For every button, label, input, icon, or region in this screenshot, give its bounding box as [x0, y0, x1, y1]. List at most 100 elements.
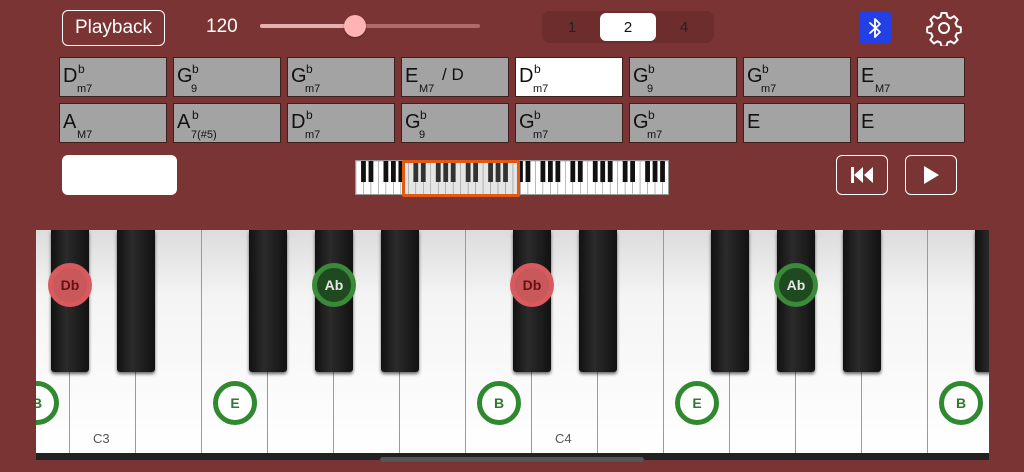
- black-key[interactable]: [249, 230, 287, 372]
- black-key[interactable]: [579, 230, 617, 372]
- mini-black-key: [368, 161, 374, 182]
- keyboard-range-highlight[interactable]: [402, 160, 520, 197]
- chord-cell[interactable]: Db m7: [515, 57, 623, 97]
- chord-qual: M7: [875, 83, 891, 95]
- chord-root: E: [861, 65, 875, 87]
- chord-qual: 9: [419, 129, 426, 141]
- tempo-slider[interactable]: [260, 15, 480, 37]
- octave-label: C3: [93, 431, 110, 446]
- note-marker: E: [213, 381, 257, 425]
- chord-cell[interactable]: E: [857, 103, 965, 143]
- chord-cell[interactable]: Gb m7: [629, 103, 737, 143]
- piano-keyboard[interactable]: C3 C4 B E B E B Db Ab Db Ab: [36, 230, 989, 460]
- chord-qual: m7: [77, 83, 93, 95]
- mini-black-key: [592, 161, 598, 182]
- tempo-slider-fill: [260, 24, 355, 28]
- mini-black-key: [361, 161, 366, 182]
- mini-black-key: [607, 161, 613, 182]
- chord-qual: 7(#5): [191, 129, 217, 141]
- chord-root: E: [747, 111, 761, 133]
- chord-cell[interactable]: E: [743, 103, 851, 143]
- black-key[interactable]: [117, 230, 155, 372]
- chord-qual: 9: [191, 83, 198, 95]
- chord-qual: m7: [305, 83, 321, 95]
- mini-black-key: [383, 161, 389, 182]
- note-marker: B: [477, 381, 521, 425]
- chord-acc: b: [306, 108, 313, 122]
- black-key[interactable]: [381, 230, 419, 372]
- beat-division-selector[interactable]: 124: [542, 11, 714, 43]
- chord-cell[interactable]: Gb9: [629, 57, 737, 97]
- note-marker: Ab: [312, 263, 356, 307]
- mini-black-key: [540, 161, 546, 182]
- chord-acc: b: [534, 108, 541, 122]
- chord-acc: b: [192, 108, 199, 122]
- chord-cell[interactable]: Db m7: [59, 57, 167, 97]
- chord-cell[interactable]: E M7: [857, 57, 965, 97]
- chord-root: E: [861, 111, 875, 133]
- chord-acc: b: [534, 62, 541, 76]
- settings-button[interactable]: [925, 9, 963, 47]
- chord-qual: m7: [305, 129, 321, 141]
- play-button[interactable]: [905, 155, 957, 195]
- chord-cell[interactable]: Gb m7: [743, 57, 851, 97]
- mini-black-key: [390, 161, 396, 182]
- chord-bass: / D: [442, 65, 464, 84]
- segment-1[interactable]: 1: [544, 13, 600, 41]
- chord-acc: b: [648, 108, 655, 122]
- segment-2[interactable]: 2: [600, 13, 656, 41]
- mini-black-key: [630, 161, 636, 182]
- chord-qual: 9: [647, 83, 654, 95]
- chord-cell[interactable]: Gb m7: [515, 103, 623, 143]
- chord-cell[interactable]: Db m7: [287, 103, 395, 143]
- mini-black-key: [577, 161, 583, 182]
- chord-cell[interactable]: Gb m7: [287, 57, 395, 97]
- chord-acc: b: [306, 62, 313, 76]
- chord-cell[interactable]: Ab 7(#5): [173, 103, 281, 143]
- chord-root: A: [177, 111, 191, 133]
- chord-qual: m7: [533, 129, 549, 141]
- chord-acc: b: [78, 62, 85, 76]
- chord-qual: m7: [761, 83, 777, 95]
- mini-black-key: [525, 161, 531, 182]
- note-marker: Db: [510, 263, 554, 307]
- segment-4[interactable]: 4: [656, 13, 712, 41]
- black-key[interactable]: [843, 230, 881, 372]
- chord-qual: M7: [419, 83, 435, 95]
- tempo-slider-thumb[interactable]: [343, 15, 366, 37]
- note-marker: B: [939, 381, 983, 425]
- chord-root: D: [519, 65, 534, 87]
- chord-acc: b: [648, 62, 655, 76]
- bluetooth-icon: [869, 17, 881, 38]
- chord-qual: M7: [77, 129, 93, 141]
- blank-button[interactable]: [62, 155, 177, 195]
- chord-cell[interactable]: A M7: [59, 103, 167, 143]
- black-key[interactable]: [711, 230, 749, 372]
- chord-root: A: [63, 111, 77, 133]
- chord-acc: b: [762, 62, 769, 76]
- note-marker: Db: [48, 263, 92, 307]
- mini-black-key: [645, 161, 650, 182]
- mini-black-key: [547, 161, 553, 182]
- chord-acc: b: [420, 108, 427, 122]
- black-key[interactable]: [975, 230, 989, 372]
- home-indicator: [380, 457, 644, 462]
- mini-black-key: [600, 161, 606, 182]
- chord-qual: m7: [533, 83, 549, 95]
- chord-root: D: [291, 111, 306, 133]
- chord-root: D: [63, 65, 78, 87]
- mini-black-key: [652, 161, 658, 182]
- chord-root: E: [405, 65, 419, 87]
- chord-cell[interactable]: Gb9: [401, 103, 509, 143]
- playback-button[interactable]: Playback: [62, 10, 165, 46]
- gear-icon: [926, 12, 962, 46]
- octave-label: C4: [555, 431, 572, 446]
- mini-black-key: [660, 161, 665, 182]
- chord-cell[interactable]: Gb9: [173, 57, 281, 97]
- tempo-value: 120: [206, 16, 238, 37]
- chord-cell[interactable]: E M7 / D: [401, 57, 509, 97]
- mini-black-key: [622, 161, 628, 182]
- skip-back-icon: [851, 167, 873, 183]
- bluetooth-button[interactable]: [859, 11, 891, 44]
- rewind-button[interactable]: [836, 155, 888, 195]
